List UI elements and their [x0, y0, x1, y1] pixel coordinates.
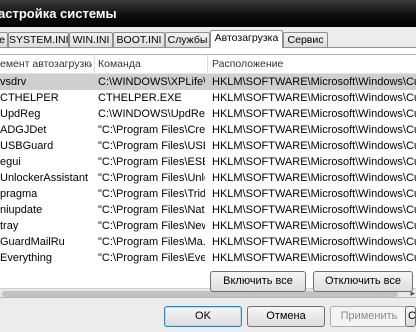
- table-row[interactable]: UpdReg C:\WINDOWS\UpdRe... HKLM\SOFTWARE\M…: [0, 106, 416, 122]
- row-item-name: ADGJDet: [0, 124, 47, 136]
- table-row[interactable]: GuardMailRu "C:\Program Files\Ma... HKLM\S…: [0, 234, 416, 250]
- ok-button[interactable]: OK: [164, 306, 242, 327]
- help-button[interactable]: Спра: [405, 306, 416, 327]
- tab-win-ini[interactable]: WIN.INI: [69, 32, 113, 47]
- row-location: HKLM\SOFTWARE\Microsoft\Windows\CurrentV…: [212, 172, 416, 184]
- column-header-command[interactable]: Команда: [98, 55, 205, 73]
- row-item-name: CTHELPER: [0, 92, 59, 104]
- table-row[interactable]: niupdate "C:\Program Files\Natio... HKLM\S…: [0, 202, 416, 218]
- tab-general[interactable]: е: [0, 32, 8, 47]
- row-command: "C:\Program Files\New...: [98, 220, 205, 232]
- row-command: CTHELPER.EXE: [98, 92, 182, 104]
- row-location: HKLM\SOFTWARE\Microsoft\Windows\CurrentV…: [212, 252, 416, 264]
- row-command: "C:\Program Files\Cre...: [98, 124, 205, 136]
- row-item-name: USBGuard: [0, 140, 54, 152]
- row-command: "C:\Program Files\USB...: [98, 140, 205, 152]
- tab-tools[interactable]: Сервис: [283, 32, 328, 47]
- tab-strip: е SYSTEM.INI WIN.INI BOOT.INI Службы Авт…: [0, 30, 416, 48]
- list-header: емент автозагрузки Команда Расположение: [0, 55, 416, 74]
- startup-panel: емент автозагрузки Команда Расположение …: [0, 47, 416, 299]
- table-row[interactable]: vsdrv C:\WINDOWS\XPLife\... HKLM\SOFTWARE\…: [0, 74, 416, 90]
- row-item-name: UpdReg: [0, 108, 41, 120]
- disable-all-button[interactable]: Отключить все: [313, 271, 413, 292]
- startup-list[interactable]: емент автозагрузки Команда Расположение …: [0, 54, 416, 287]
- table-row[interactable]: ADGJDet "C:\Program Files\Cre... HKLM\SOFT…: [0, 122, 416, 138]
- row-command: "C:\Program Files\Eve...: [98, 252, 205, 264]
- tab-boot-ini[interactable]: BOOT.INI: [113, 32, 165, 47]
- column-divider[interactable]: [207, 55, 208, 73]
- tab-startup[interactable]: Автозагрузка: [210, 30, 283, 48]
- row-command: "C:\Program Files\Tride...: [98, 188, 205, 200]
- table-row[interactable]: tray "C:\Program Files\New... HKLM\SOFTWAR…: [0, 218, 416, 234]
- tab-system-ini[interactable]: SYSTEM.INI: [8, 32, 69, 47]
- row-command: "C:\Program Files\Ma...: [98, 236, 205, 248]
- row-location: HKLM\SOFTWARE\Microsoft\Windows\CurrentV…: [212, 156, 416, 168]
- row-item-name: tray: [0, 220, 19, 232]
- row-location: HKLM\SOFTWARE\Microsoft\Windows\CurrentV…: [212, 92, 416, 104]
- table-row[interactable]: pragma "C:\Program Files\Tride... HKLM\SOF…: [0, 186, 416, 202]
- row-location: HKLM\SOFTWARE\Microsoft\Windows\CurrentV…: [212, 236, 416, 248]
- row-location: HKLM\SOFTWARE\Microsoft\Windows\CurrentV…: [212, 204, 416, 216]
- row-item-name: egui: [0, 156, 21, 168]
- table-row[interactable]: egui "C:\Program Files\ESE... HKLM\SOFTWAR…: [0, 154, 416, 170]
- row-item-name: GuardMailRu: [0, 236, 65, 248]
- row-location: HKLM\SOFTWARE\Microsoft\Windows\CurrentV…: [212, 140, 416, 152]
- row-command: "C:\Program Files\ESE...: [98, 156, 205, 168]
- apply-button[interactable]: Применить: [330, 306, 408, 327]
- row-command: C:\WINDOWS\UpdRe...: [98, 108, 205, 120]
- column-header-item[interactable]: емент автозагрузки: [0, 55, 92, 73]
- title-bar: астройка системы: [0, 0, 416, 27]
- window-title: астройка системы: [0, 6, 117, 21]
- row-command: "C:\Program Files\Natio...: [98, 204, 205, 216]
- row-item-name: pragma: [0, 188, 38, 200]
- table-row[interactable]: Everything "C:\Program Files\Eve... HKLM\S…: [0, 250, 416, 266]
- row-item-name: niupdate: [0, 204, 43, 216]
- row-location: HKLM\SOFTWARE\Microsoft\Windows\CurrentV…: [212, 108, 416, 120]
- row-command: "C:\Program Files\Unlo...: [98, 172, 205, 184]
- table-row[interactable]: UnlockerAssistant "C:\Program Files\Unlo.…: [0, 170, 416, 186]
- column-header-location[interactable]: Расположение: [212, 55, 416, 73]
- enable-all-button[interactable]: Включить все: [210, 271, 306, 292]
- dialog-button-bar: OK Отмена Применить Спра: [0, 298, 416, 332]
- row-location: HKLM\SOFTWARE\Microsoft\Windows\CurrentV…: [212, 220, 416, 232]
- table-row[interactable]: CTHELPER CTHELPER.EXE HKLM\SOFTWARE\Micros…: [0, 90, 416, 106]
- row-location: HKLM\SOFTWARE\Microsoft\Windows\CurrentV…: [212, 188, 416, 200]
- table-row[interactable]: USBGuard "C:\Program Files\USB... HKLM\SOF…: [0, 138, 416, 154]
- tab-services[interactable]: Службы: [165, 32, 210, 47]
- row-location: HKLM\SOFTWARE\Microsoft\Windows\CurrentV…: [212, 124, 416, 136]
- row-item-name: vsdrv: [0, 76, 27, 88]
- cancel-button[interactable]: Отмена: [247, 306, 325, 327]
- row-item-name: Everything: [0, 252, 52, 264]
- row-command: C:\WINDOWS\XPLife\...: [98, 76, 205, 88]
- row-item-name: UnlockerAssistant: [0, 172, 89, 184]
- row-location: HKLM\SOFTWARE\Microsoft\Windows\CurrentV…: [212, 76, 416, 88]
- column-divider[interactable]: [94, 55, 95, 73]
